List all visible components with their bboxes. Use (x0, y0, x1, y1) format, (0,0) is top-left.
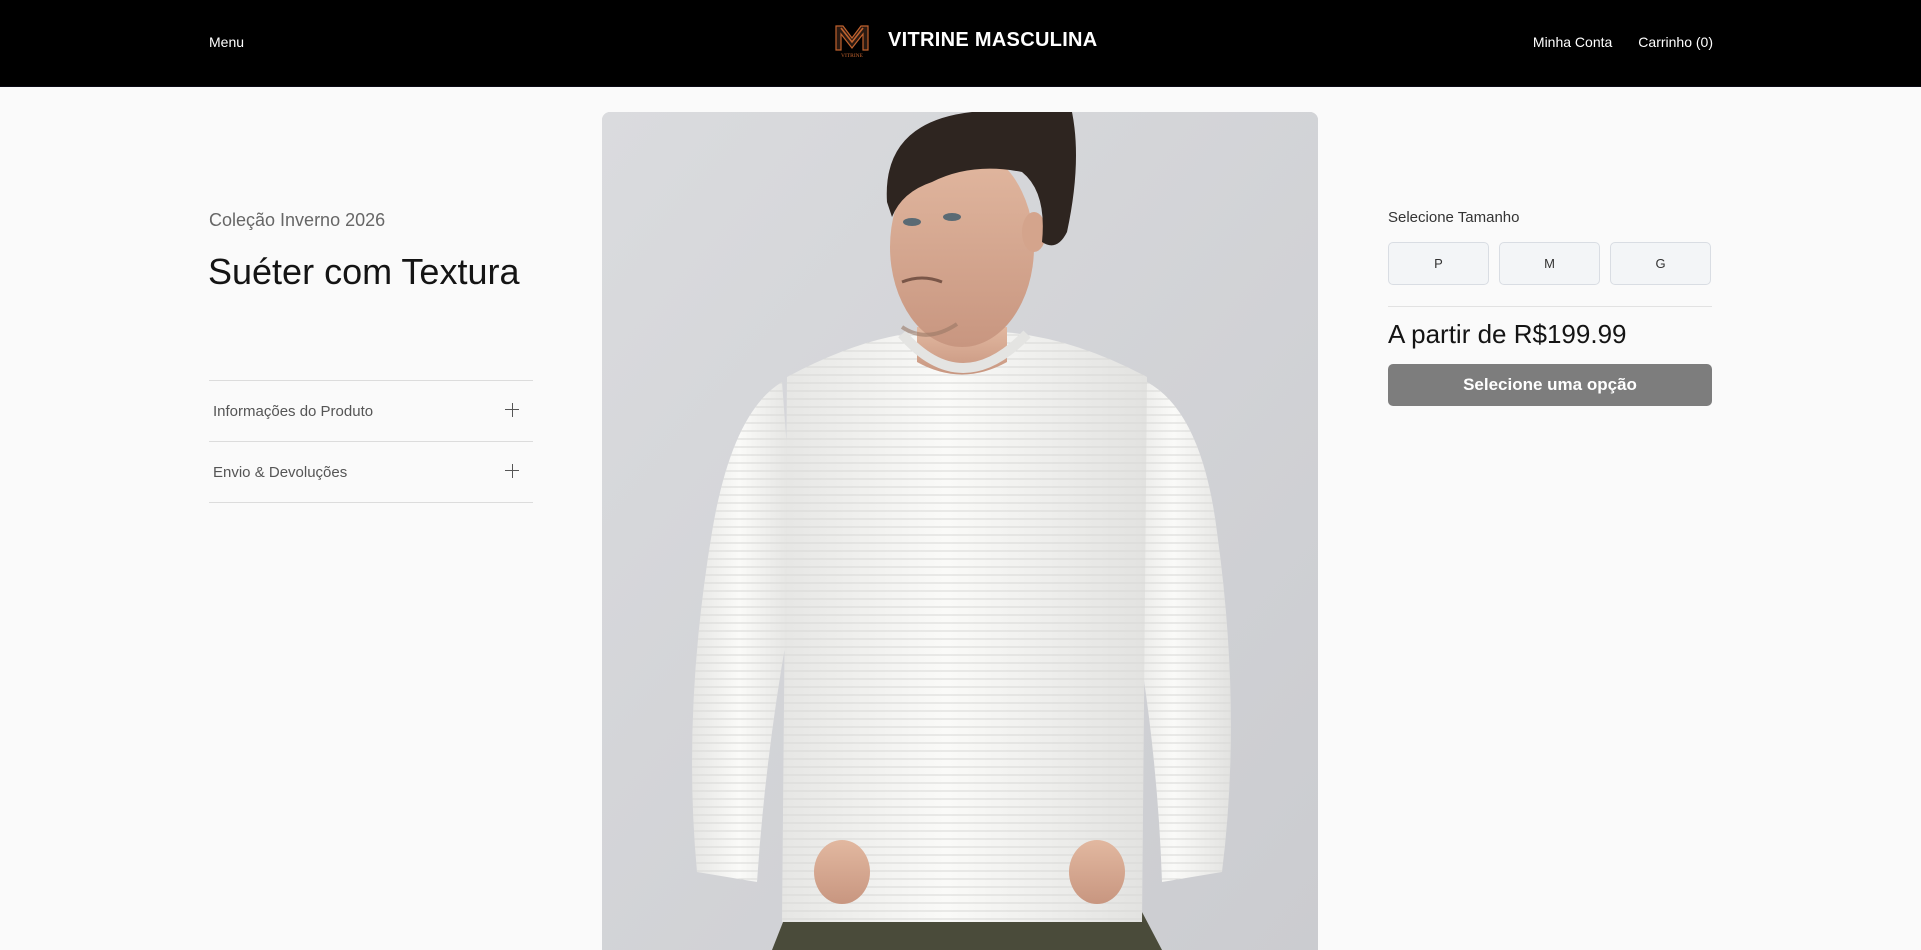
product-image[interactable] (602, 112, 1318, 950)
size-option-p[interactable]: P (1388, 242, 1489, 285)
plus-icon (505, 464, 519, 478)
divider (1388, 306, 1712, 307)
collection-label: Coleção Inverno 2026 (209, 210, 386, 230)
size-selector: P M G (1388, 242, 1711, 285)
header-actions: Minha Conta Carrinho (0) (1533, 34, 1713, 50)
accordion-item-product-info[interactable]: Informações do Produto (209, 381, 533, 442)
product-photo-illustration (602, 112, 1318, 950)
accordion-label: Informações do Produto (213, 403, 374, 420)
accordion-item-shipping-returns[interactable]: Envio & Devoluções (209, 442, 533, 503)
brand[interactable]: VITRINE VITRINE MASCULINA (830, 18, 1098, 62)
site-header: Menu VITRINE VITRINE MASCULINA Minha Con… (0, 0, 1921, 86)
svg-text:VITRINE: VITRINE (841, 53, 864, 59)
brand-logo-icon: VITRINE (830, 18, 874, 62)
brand-name: VITRINE MASCULINA (888, 28, 1098, 51)
account-link[interactable]: Minha Conta (1533, 34, 1612, 50)
plus-icon (505, 403, 519, 417)
size-option-m[interactable]: M (1499, 242, 1600, 285)
header-inner: Menu VITRINE VITRINE MASCULINA Minha Con… (208, 0, 1713, 86)
product-title: Suéter com Textura (208, 251, 520, 292)
accordion-label: Envio & Devoluções (213, 464, 348, 481)
menu-button[interactable]: Menu (209, 34, 244, 50)
cart-link[interactable]: Carrinho (0) (1638, 34, 1713, 50)
product-accordion: Informações do Produto Envio & Devoluçõe… (209, 380, 533, 503)
product-price: A partir de R$199.99 (1388, 319, 1627, 349)
size-selector-label: Selecione Tamanho (1388, 209, 1520, 226)
size-option-g[interactable]: G (1610, 242, 1711, 285)
add-to-cart-button[interactable]: Selecione uma opção (1388, 364, 1712, 406)
